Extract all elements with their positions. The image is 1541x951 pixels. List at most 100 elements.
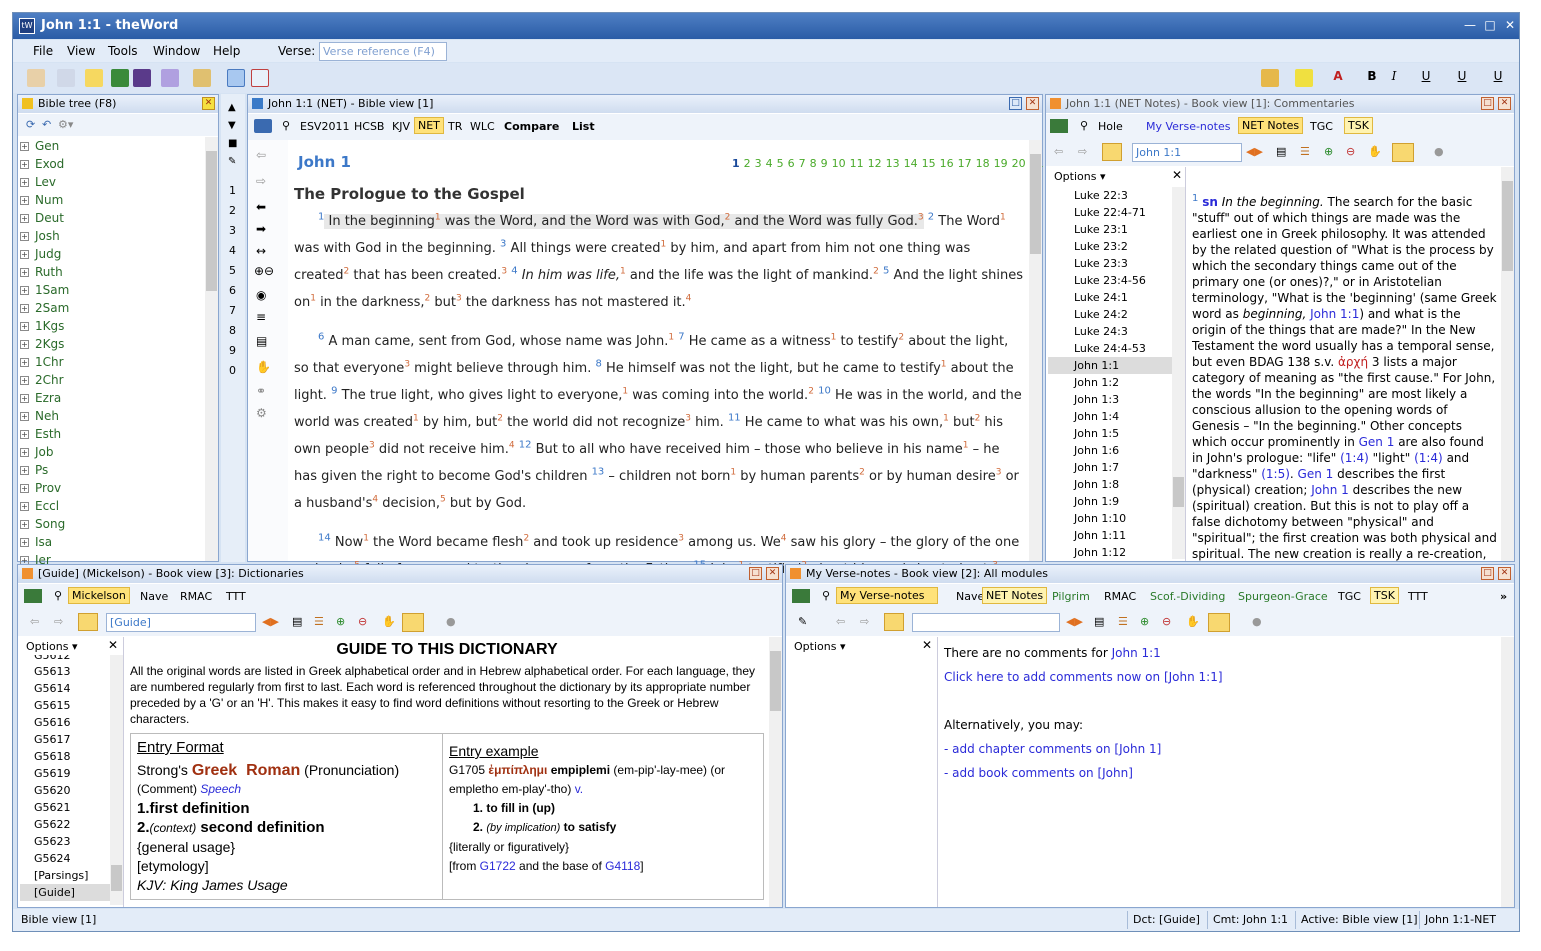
- reference-item[interactable]: Luke 23:4-56: [1048, 272, 1172, 289]
- chapter-link[interactable]: 16: [940, 157, 954, 170]
- chapter-link[interactable]: 17: [958, 157, 972, 170]
- pane-menu-icon[interactable]: [22, 568, 33, 579]
- chapter-link[interactable]: 5: [777, 157, 784, 170]
- swap-icon[interactable]: ↔: [256, 244, 266, 258]
- menu-help[interactable]: Help: [213, 44, 240, 58]
- module-rmac[interactable]: RMAC: [1104, 590, 1136, 603]
- layout-number-button[interactable]: 2: [229, 204, 236, 217]
- close-icon[interactable]: ✕: [1026, 97, 1039, 110]
- entry-item[interactable]: G5614: [20, 680, 110, 697]
- zoom-out-icon[interactable]: ⊖: [1162, 615, 1171, 628]
- close-icon[interactable]: ✕: [1498, 567, 1511, 580]
- format-paint-icon[interactable]: [1261, 69, 1279, 87]
- book-purple-icon[interactable]: [133, 69, 151, 87]
- entry-item[interactable]: G5618: [20, 748, 110, 765]
- module-mickelson[interactable]: Mickelson: [68, 587, 130, 604]
- side-tool-icon[interactable]: ✎: [228, 156, 236, 167]
- more-modules-icon[interactable]: »: [1500, 590, 1507, 603]
- expand-icon[interactable]: +: [20, 520, 29, 529]
- pane-menu-icon[interactable]: [22, 98, 33, 109]
- close-icon[interactable]: ✕: [202, 97, 215, 110]
- module-tsk[interactable]: TSK: [1370, 587, 1399, 604]
- chapter-link[interactable]: 10: [832, 157, 846, 170]
- entry-item[interactable]: G5617: [20, 731, 110, 748]
- hand-icon[interactable]: ✋: [256, 360, 271, 374]
- reference-item[interactable]: John 1:5: [1048, 425, 1172, 442]
- chapter-link[interactable]: 2: [744, 157, 751, 170]
- chapter-link[interactable]: 12: [868, 157, 882, 170]
- clip-icon[interactable]: [1208, 613, 1230, 632]
- minimize-icon[interactable]: —: [1463, 18, 1477, 32]
- reference-item[interactable]: Luke 24:3: [1048, 323, 1172, 340]
- expand-icon[interactable]: +: [20, 412, 29, 421]
- page-icon[interactable]: ▤: [256, 334, 267, 348]
- close-icon[interactable]: ✕: [1498, 97, 1511, 110]
- module-tgc[interactable]: TGC: [1310, 120, 1333, 133]
- hand-icon[interactable]: ✋: [1186, 615, 1200, 628]
- reference-item[interactable]: John 1:12: [1048, 544, 1172, 561]
- window-layout-icon[interactable]: [193, 69, 211, 87]
- verse-link[interactable]: John 1:1: [1112, 646, 1161, 660]
- reference-item[interactable]: John 1:4: [1048, 408, 1172, 425]
- book-item[interactable]: + Esth: [20, 425, 200, 443]
- book-item[interactable]: + Isa: [20, 533, 200, 551]
- chapter-link[interactable]: 15: [922, 157, 936, 170]
- back-icon[interactable]: ⇦: [1054, 145, 1063, 158]
- book-item[interactable]: + Lev: [20, 173, 200, 191]
- toc-icon[interactable]: ☰: [1118, 615, 1128, 628]
- expand-icon[interactable]: +: [20, 502, 29, 511]
- reference-item[interactable]: Luke 22:4-71: [1048, 204, 1172, 221]
- layout-number-button[interactable]: 7: [229, 304, 236, 317]
- hand-icon[interactable]: ✋: [382, 615, 396, 628]
- underline-icon[interactable]: U: [1417, 69, 1435, 87]
- entry-item[interactable]: [Guide]: [20, 884, 110, 901]
- forward-icon[interactable]: ⇨: [256, 174, 266, 188]
- reference-item[interactable]: John 1:7: [1048, 459, 1172, 476]
- module-esv2011[interactable]: ESV2011: [300, 120, 349, 133]
- expand-icon[interactable]: +: [20, 340, 29, 349]
- back-icon[interactable]: ⇦: [256, 148, 266, 162]
- layout-number-button[interactable]: 9: [229, 344, 236, 357]
- close-icon[interactable]: ✕: [766, 567, 779, 580]
- menu-window[interactable]: Window: [153, 44, 200, 58]
- reference-item[interactable]: John 1:3: [1048, 391, 1172, 408]
- bold-icon[interactable]: B: [1363, 69, 1381, 87]
- page-icon[interactable]: ▤: [1276, 145, 1286, 158]
- entry-item[interactable]: G5613: [20, 663, 110, 680]
- italic-icon[interactable]: I: [1385, 69, 1403, 87]
- book-item[interactable]: + Ezra: [20, 389, 200, 407]
- link-icon[interactable]: ⚭: [256, 384, 266, 398]
- close-icon[interactable]: ✕: [108, 638, 118, 652]
- pane-menu-icon[interactable]: [1050, 98, 1061, 109]
- chapter-link[interactable]: 4: [766, 157, 773, 170]
- add-comments-link[interactable]: Click here to add comments now on [John …: [944, 665, 1484, 689]
- zoom-in-icon[interactable]: ⊕⊖: [254, 264, 274, 278]
- reference-item[interactable]: John 1:1: [1048, 357, 1172, 374]
- module-nave[interactable]: Nave: [140, 590, 168, 603]
- expand-icon[interactable]: +: [20, 232, 29, 241]
- page-icon[interactable]: ▤: [292, 615, 302, 628]
- book-item[interactable]: + Josh: [20, 227, 200, 245]
- library-icon[interactable]: [78, 613, 98, 631]
- toc-icon[interactable]: ☰: [314, 615, 324, 628]
- menu-tools[interactable]: Tools: [108, 44, 138, 58]
- book-item[interactable]: +2Sam: [20, 299, 200, 317]
- layout-number-button[interactable]: 8: [229, 324, 236, 337]
- reference-item[interactable]: John 1:9: [1048, 493, 1172, 510]
- zoom-in-icon[interactable]: ⊕: [1140, 615, 1149, 628]
- entry-item[interactable]: G5612: [20, 655, 110, 663]
- prev-next-icon[interactable]: ◀▶: [262, 615, 279, 628]
- search-icon[interactable]: ⚲: [282, 119, 290, 132]
- expand-icon[interactable]: +: [20, 430, 29, 439]
- entry-item[interactable]: [Parsings]: [20, 867, 110, 884]
- layout-number-button[interactable]: 1: [229, 184, 236, 197]
- page-icon[interactable]: ▤: [1094, 615, 1104, 628]
- options-dropdown[interactable]: Options ▾: [26, 640, 77, 653]
- link-icon[interactable]: [254, 119, 272, 133]
- zoom-out-icon[interactable]: ⊖: [358, 615, 367, 628]
- module-tr[interactable]: TR: [448, 120, 462, 133]
- module-hcsb[interactable]: HCSB: [354, 120, 384, 133]
- chapter-link[interactable]: 13: [886, 157, 900, 170]
- forward-icon[interactable]: ⇨: [860, 615, 869, 628]
- expand-icon[interactable]: +: [20, 250, 29, 259]
